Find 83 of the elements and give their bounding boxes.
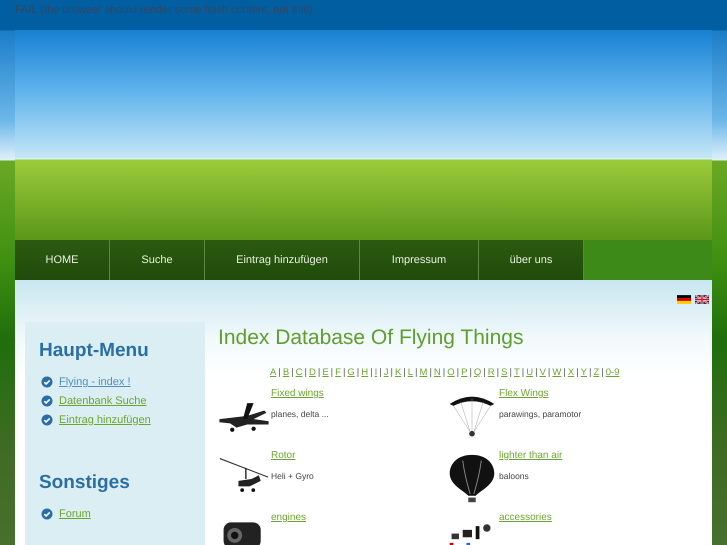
letter-link[interactable]: O (447, 367, 455, 378)
separator-text: | (291, 367, 294, 378)
separator-text: | (576, 367, 579, 378)
separator-text: | (496, 367, 500, 378)
letter-link[interactable]: Y (580, 367, 587, 378)
nav-link[interactable]: Eintrag hinzufügen (205, 240, 360, 280)
letter-link[interactable]: V (540, 367, 546, 378)
separator-text: | (509, 367, 512, 378)
letter-link[interactable]: B (282, 367, 290, 378)
category-link[interactable]: engines (271, 512, 306, 523)
letter-link[interactable]: J (384, 367, 388, 378)
nav-link[interactable]: Suche (110, 240, 205, 280)
letter-link[interactable]: K (394, 367, 402, 378)
uk-flag-icon[interactable] (695, 295, 709, 304)
letter-link[interactable]: X (568, 367, 574, 378)
separator-text: | (469, 367, 472, 378)
separator-text: | (415, 367, 418, 378)
sidebar-link[interactable]: Eintrag hinzufügen (59, 414, 151, 426)
check-circle-icon (41, 508, 53, 520)
separator-text: | (356, 367, 360, 378)
sidebar-link[interactable]: Datenbank Suche (59, 395, 146, 407)
section-heading: Sonstiges (39, 472, 131, 494)
letter-link[interactable]: A (270, 367, 276, 378)
letter-link[interactable]: 0-9 (606, 367, 620, 378)
letter-link[interactable]: C (296, 367, 302, 378)
category-link[interactable]: lighter than air (499, 450, 562, 461)
separator-text: | (548, 367, 550, 378)
sidebar-link[interactable]: Forum (59, 508, 91, 520)
letter-link[interactable]: G (347, 367, 355, 378)
separator-text: | (429, 367, 432, 378)
separator-text: | (318, 367, 320, 378)
letter-link[interactable]: N (434, 367, 441, 378)
category-description: baloons (499, 471, 530, 481)
separator-text: | (403, 367, 406, 378)
letter-link[interactable]: Q (474, 367, 482, 378)
separator-text: | (370, 367, 373, 378)
german-flag-icon[interactable] (677, 295, 691, 304)
nav-link[interactable]: über uns (479, 240, 584, 280)
separator-text: | (588, 367, 592, 378)
separator-text: | (278, 367, 281, 378)
separator-text: | (601, 367, 604, 378)
airplane-drawing (218, 402, 270, 432)
letter-link[interactable]: E (322, 367, 329, 378)
letter-link[interactable]: I (374, 367, 378, 378)
separator-text: | (304, 367, 307, 378)
separator-text: | (483, 367, 486, 378)
separator-text: | (563, 367, 566, 378)
letter-link[interactable]: D (308, 367, 316, 378)
separator-text: | (330, 367, 334, 378)
category-description: planes, delta ... (271, 409, 329, 419)
letter-link[interactable]: W (552, 367, 562, 378)
category-link[interactable]: Fixed wings (271, 388, 329, 399)
category-link[interactable]: accessories (499, 512, 552, 523)
check-circle-icon (41, 414, 53, 426)
separator-text: | (379, 367, 382, 378)
check-circle-icon (41, 395, 53, 407)
nav-link[interactable]: Impressum (360, 240, 479, 280)
category-link[interactable]: Flex Wings (499, 388, 582, 399)
letter-link[interactable]: P (461, 367, 468, 378)
letter-link[interactable]: T (514, 367, 520, 378)
letter-link[interactable]: R (488, 367, 495, 378)
separator-text: | (390, 367, 393, 378)
category-link[interactable]: Rotor (271, 450, 314, 461)
flash-notice: FAIL (the browser should render some flash content, not this). (15, 3, 316, 17)
sidebar-link[interactable]: Flying - index ! (59, 376, 131, 388)
separator-text: | (535, 367, 538, 378)
letter-link[interactable]: H (361, 367, 368, 378)
separator-text: | (442, 367, 446, 378)
letter-link[interactable]: S (501, 367, 508, 378)
letter-link[interactable]: Z (593, 367, 600, 378)
separator-text: | (342, 367, 346, 378)
letter-link[interactable]: F (335, 367, 341, 378)
page-title: Index Database Of Flying Things (218, 326, 524, 350)
separator-text: | (456, 367, 460, 378)
separator-text: | (522, 367, 524, 378)
check-circle-icon (41, 376, 53, 388)
nav-link[interactable]: HOME (15, 240, 110, 280)
category-description: Heli + Gyro (271, 471, 314, 481)
category-description: parawings, paramotor (499, 409, 582, 419)
section-heading: Haupt-Menu (39, 340, 150, 362)
letter-link[interactable]: M (420, 367, 428, 378)
letter-link[interactable]: U (526, 367, 534, 378)
letter-link[interactable]: L (408, 367, 414, 378)
